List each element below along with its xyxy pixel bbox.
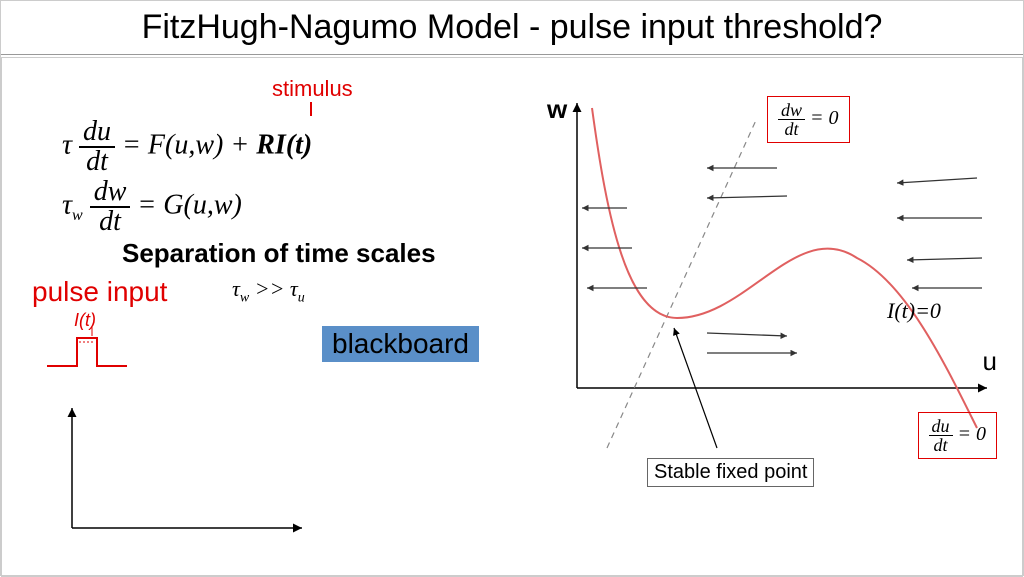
stimulus-annotation: stimulus	[272, 76, 353, 102]
equation-w-dot: τw dwdt = G(u,w)	[62, 178, 242, 236]
slide-title: FitzHugh-Nagumo Model - pulse input thre…	[1, 1, 1023, 55]
phase-plane-diagram: w u	[547, 88, 1007, 508]
stable-fixed-point-label: Stable fixed point	[647, 458, 814, 487]
pulse-input-label: pulse input	[32, 276, 167, 308]
u-nullcline-box: dudt = 0	[918, 412, 998, 459]
blackboard-label: blackboard	[322, 326, 479, 362]
w-nullcline-box: dwdt = 0	[767, 96, 850, 143]
slide-content: stimulus τ dudt = F(u,w) + RI(t) τw dwdt…	[1, 57, 1023, 577]
equation-u-dot: τ dudt = F(u,w) + RI(t)	[62, 118, 312, 176]
timescale-relation: τw >> τu	[232, 276, 305, 306]
current-zero-label: I(t)=0	[887, 298, 941, 324]
pulse-sketch	[42, 326, 142, 376]
blank-axes	[52, 398, 312, 548]
stimulus-tick	[310, 102, 312, 116]
separation-heading: Separation of time scales	[122, 238, 436, 269]
